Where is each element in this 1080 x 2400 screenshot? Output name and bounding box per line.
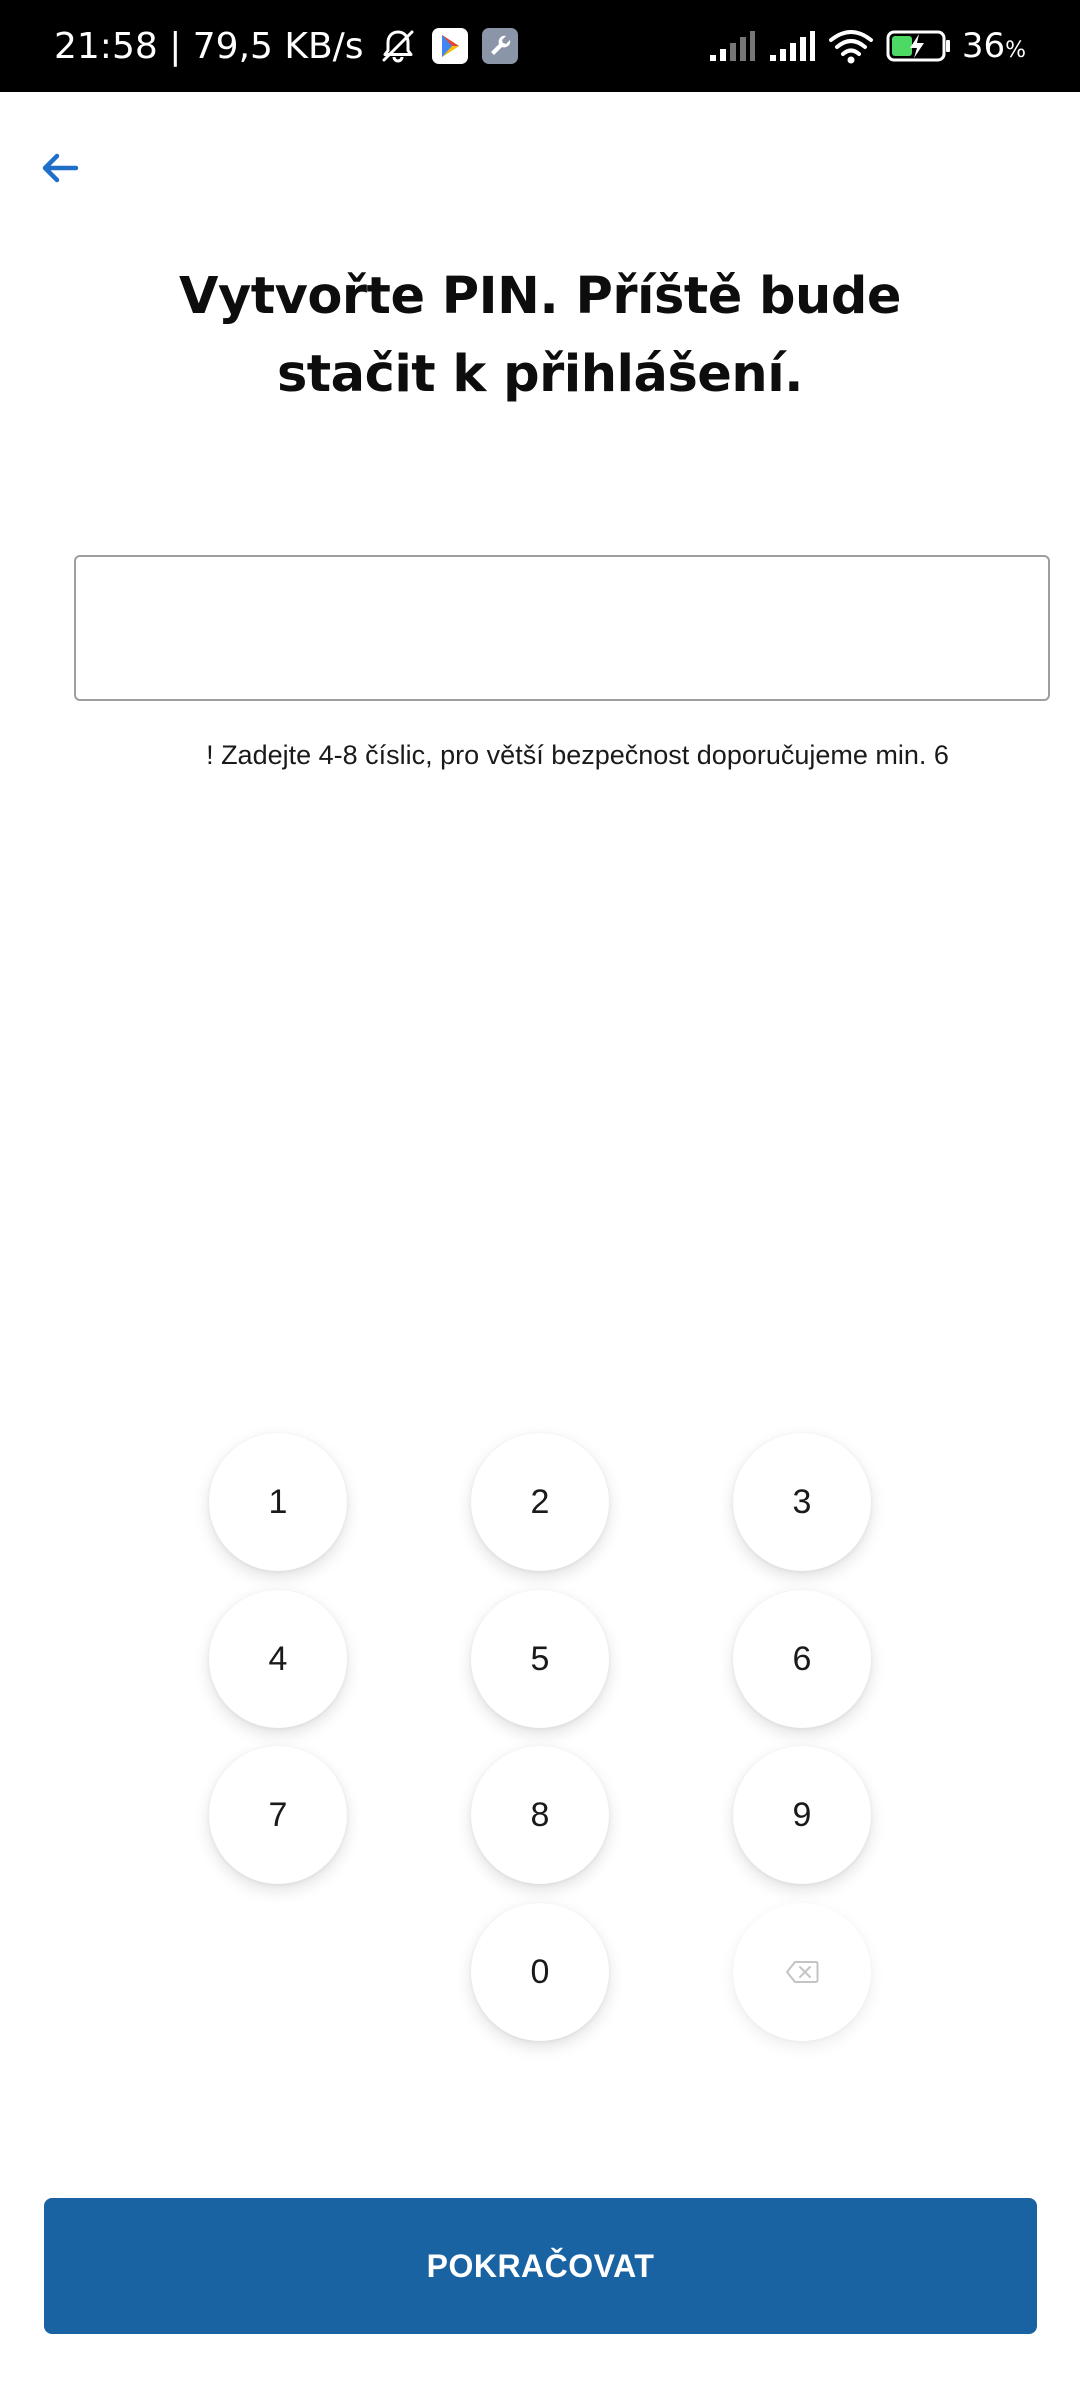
- key-0[interactable]: 0: [471, 1903, 609, 2041]
- pin-hint: ! Zadejte 4-8 číslic, pro větší bezpečno…: [206, 740, 949, 770]
- signal-icon: [708, 29, 756, 63]
- backspace-key[interactable]: [733, 1903, 871, 2041]
- status-bar: 21:58 | 79,5 KB/s 36%: [0, 0, 1080, 92]
- key-3[interactable]: 3: [733, 1433, 871, 1571]
- key-9[interactable]: 9: [733, 1746, 871, 1884]
- arrow-left-icon: [42, 153, 79, 183]
- status-time-speed: 21:58 | 79,5 KB/s: [54, 25, 364, 67]
- key-1[interactable]: 1: [209, 1433, 347, 1571]
- backspace-icon: [786, 1961, 819, 1983]
- wifi-icon: [828, 28, 874, 64]
- signal-icon: [768, 29, 816, 63]
- battery-percent: 36%: [961, 26, 1026, 66]
- key-5[interactable]: 5: [471, 1590, 609, 1728]
- wrench-app-icon: [481, 28, 518, 64]
- play-store-icon: [431, 28, 468, 64]
- key-2[interactable]: 2: [471, 1433, 609, 1571]
- continue-button[interactable]: POKRAČOVAT: [44, 2198, 1037, 2334]
- back-button[interactable]: [30, 138, 90, 198]
- key-7[interactable]: 7: [209, 1746, 347, 1884]
- page-title: Vytvořte PIN. Příště bude stačit k přihl…: [179, 267, 901, 404]
- status-left: 21:58 | 79,5 KB/s: [54, 0, 518, 92]
- key-8[interactable]: 8: [471, 1746, 609, 1884]
- pin-input[interactable]: [74, 555, 1050, 701]
- key-6[interactable]: 6: [733, 1590, 871, 1728]
- muted-bell-icon: [378, 26, 418, 66]
- battery-charging-icon: [886, 29, 952, 63]
- key-4[interactable]: 4: [209, 1590, 347, 1728]
- status-right: 36%: [696, 0, 1026, 92]
